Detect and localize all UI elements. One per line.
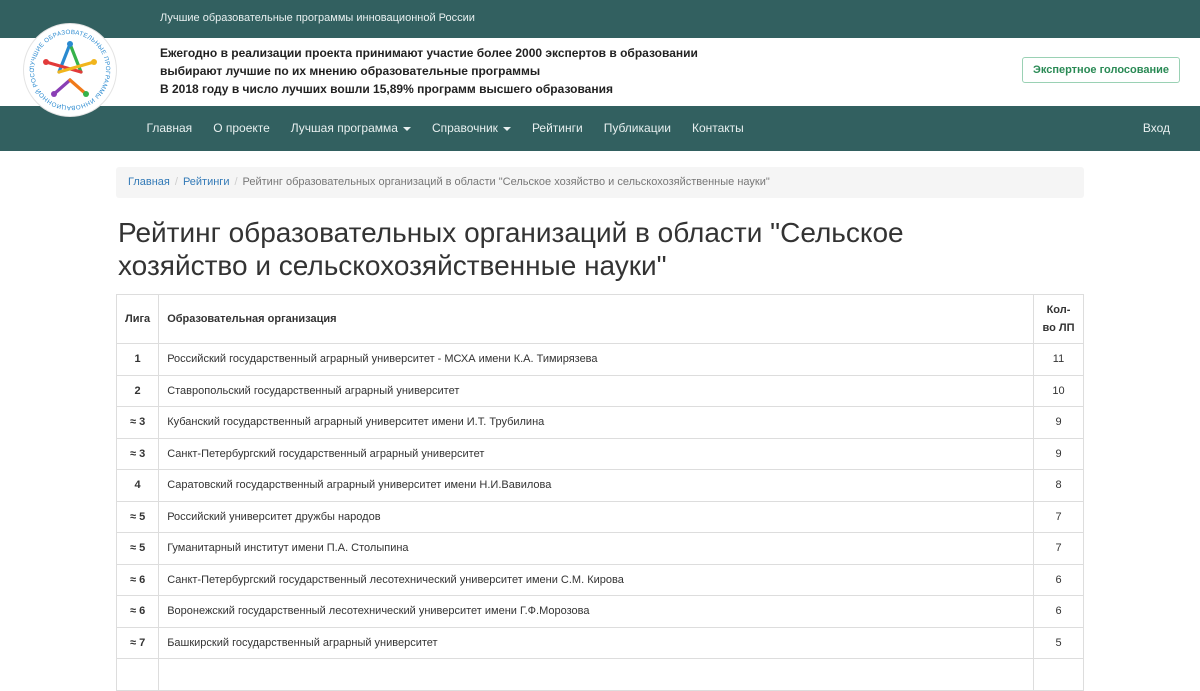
main-content: Главная / Рейтинги / Рейтинг образовательных…	[115, 167, 1084, 691]
row-count: 6	[1033, 563, 1084, 596]
row-count: 9	[1033, 437, 1084, 470]
row-league: ≈ 3	[115, 406, 160, 439]
nav-about[interactable]: О проекте	[203, 106, 281, 151]
row-organization	[158, 658, 1034, 691]
row-organization: Воронежский государственный лесотехничес…	[158, 595, 1034, 628]
breadcrumb: Главная / Рейтинги / Рейтинг образовательных…	[116, 167, 1084, 198]
row-league: 2	[115, 374, 160, 407]
row-count: 10	[1033, 374, 1084, 407]
header-organization[interactable]: Образовательная организация	[158, 294, 1034, 344]
row-league: ≈ 3	[115, 437, 160, 470]
nav-contacts[interactable]: Контакты	[681, 106, 754, 151]
table-header-row: Лига Образовательная организация Кол-во …	[115, 294, 1084, 344]
header-line-2: выбирают лучшие по их мнению образовател…	[160, 64, 541, 78]
row-count: 7	[1033, 532, 1084, 565]
nav-publications[interactable]: Публикации	[593, 106, 681, 151]
page-title: Рейтинг образовательных организаций в об…	[118, 217, 904, 281]
row-count: 11	[1033, 343, 1084, 376]
table-row: 1 Российский государственный аграрный уни…	[115, 343, 1084, 376]
table-row: ≈ 5 Гуманитарный институт имени П.А. Стол…	[115, 532, 1084, 565]
header-info: Ежегодно в реализации проекта принимают …	[160, 44, 698, 98]
header-league[interactable]: Лига	[115, 294, 160, 344]
nav-best-program[interactable]: Лучшая программа	[280, 106, 421, 151]
nav-reference-label: Справочник	[431, 121, 498, 135]
breadcrumb-ratings[interactable]: Рейтинги	[183, 176, 230, 188]
login-link[interactable]: Вход	[1143, 106, 1170, 151]
site-logo[interactable]: ЛУЧШИЕ ОБРАЗОВАТЕЛЬНЫЕ ПРОГРАММЫ ИННОВАЦ…	[24, 24, 116, 116]
row-organization: Башкирский государственный аграрный унив…	[158, 626, 1034, 659]
table-row: ≈ 3 Санкт-Петербургский государственный а…	[115, 437, 1084, 470]
row-organization: Российский государственный аграрный унив…	[158, 343, 1034, 376]
row-league: ≈ 7	[115, 626, 160, 659]
row-league	[115, 658, 160, 691]
main-nav: Главная О проекте Лучшая программа Справ…	[0, 106, 1200, 151]
row-count	[1033, 658, 1084, 691]
table-row: ≈ 5 Российский университет дружбы народов…	[115, 500, 1084, 533]
row-organization: Санкт-Петербургский государственный агра…	[158, 437, 1034, 470]
nav-home[interactable]: Главная	[136, 106, 203, 151]
breadcrumb-current: Рейтинг образовательных организаций в об…	[242, 176, 770, 188]
row-count: 9	[1033, 406, 1084, 439]
nav-reference[interactable]: Справочник	[421, 106, 521, 151]
top-bar: Лучшие образовательные программы инновац…	[0, 0, 1200, 38]
row-organization: Кубанский государственный аграрный униве…	[158, 406, 1034, 439]
row-organization: Ставропольский государственный аграрный …	[158, 374, 1034, 407]
nav-ratings[interactable]: Рейтинги	[521, 106, 593, 151]
row-count: 5	[1033, 626, 1084, 659]
table-row	[115, 658, 1084, 691]
row-count: 6	[1033, 595, 1084, 628]
row-organization: Гуманитарный институт имени П.А. Столыпи…	[158, 532, 1034, 565]
breadcrumb-separator: /	[174, 176, 178, 188]
table-row: ≈ 7 Башкирский государственный аграрный у…	[115, 626, 1084, 659]
row-organization: Российский университет дружбы народов	[158, 500, 1034, 533]
breadcrumb-separator: /	[234, 176, 238, 188]
header-line-3: В 2018 году в число лучших вошли 15,89% …	[160, 82, 613, 96]
row-league: ≈ 5	[115, 532, 160, 565]
row-count: 7	[1033, 500, 1084, 533]
header-count[interactable]: Кол-во ЛП	[1033, 294, 1084, 344]
table-row: 4 Саратовский государственный аграрный ун…	[115, 469, 1084, 502]
row-count: 8	[1033, 469, 1084, 502]
row-league: ≈ 5	[115, 500, 160, 533]
site-tagline: Лучшие образовательные программы инновац…	[160, 12, 475, 24]
header: ЛУЧШИЕ ОБРАЗОВАТЕЛЬНЫЕ ПРОГРАММЫ ИННОВАЦ…	[0, 24, 1200, 116]
table-row: ≈ 3 Кубанский государственный аграрный ун…	[115, 406, 1084, 439]
row-organization: Саратовский государственный аграрный уни…	[158, 469, 1034, 502]
table-row: ≈ 6 Воронежский государственный лесотехни…	[115, 595, 1084, 628]
row-league: ≈ 6	[115, 595, 160, 628]
row-league: ≈ 6	[115, 563, 160, 596]
header-line-1: Ежегодно в реализации проекта принимают …	[160, 46, 698, 60]
row-league: 1	[115, 343, 160, 376]
chevron-down-icon	[502, 126, 511, 131]
row-league: 4	[115, 469, 160, 502]
nav-best-program-label: Лучшая программа	[290, 121, 398, 135]
chevron-down-icon	[402, 126, 411, 131]
expert-vote-button[interactable]: Экспертное голосование	[1022, 57, 1180, 83]
table-row: ≈ 6 Санкт-Петербургский государственный л…	[115, 563, 1084, 596]
rating-table: Лига Образовательная организация Кол-во …	[115, 294, 1084, 691]
row-organization: Санкт-Петербургский государственный лесо…	[158, 563, 1034, 596]
breadcrumb-home[interactable]: Главная	[128, 176, 170, 188]
table-row: 2 Ставропольский государственный аграрный…	[115, 374, 1084, 407]
